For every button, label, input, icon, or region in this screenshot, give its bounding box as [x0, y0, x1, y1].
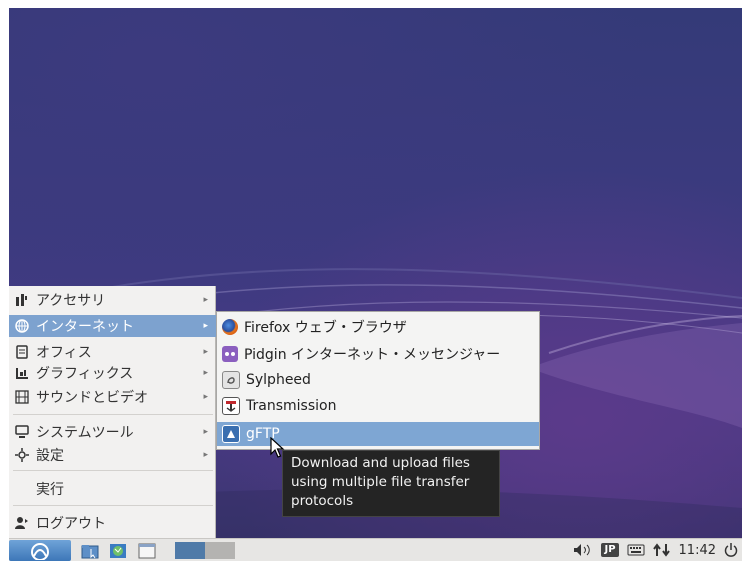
menu-item-office[interactable]: オフィス ▸	[9, 341, 216, 363]
menu-item-sound-video[interactable]: サウンドとビデオ ▸	[9, 386, 216, 408]
desktop-icon	[138, 543, 156, 558]
tooltip-line: protocols	[291, 493, 354, 509]
logout-icon	[15, 516, 29, 530]
menu-item-label: 設定	[36, 448, 64, 464]
lubuntu-logo-icon	[31, 542, 49, 560]
clock[interactable]: 11:42	[679, 543, 716, 558]
menu-separator	[13, 414, 213, 415]
menu-item-label: インターネット	[36, 319, 134, 335]
submenu-item-transmission[interactable]: Transmission	[217, 394, 539, 418]
gftp-icon	[222, 425, 240, 443]
submenu-item-label: Firefox ウェブ・ブラウザ	[244, 320, 407, 336]
screen: アクセサリ ▸ インターネット ▸ オフィス ▸ グラフィックス ▸ サウンドと…	[0, 0, 742, 561]
menu-item-label: サウンドとビデオ	[36, 390, 148, 406]
network-icon[interactable]	[652, 543, 671, 557]
tooltip-line: using multiple file transfer	[291, 474, 470, 490]
menu-item-system-tools[interactable]: システムツール ▸	[9, 421, 216, 443]
internet-submenu: Firefox ウェブ・ブラウザ Pidgin インターネット・メッセンジャー …	[216, 311, 540, 450]
accessories-icon	[15, 293, 29, 307]
gear-icon	[15, 448, 29, 462]
power-icon[interactable]	[724, 543, 738, 557]
chevron-right-icon: ▸	[203, 392, 208, 402]
transmission-icon	[222, 397, 240, 415]
film-icon	[15, 390, 29, 404]
file-manager-launcher[interactable]	[79, 540, 101, 561]
volume-icon[interactable]	[573, 543, 593, 557]
firefox-icon	[222, 319, 238, 335]
globe-icon	[110, 543, 126, 558]
mouse-pointer-icon	[270, 437, 285, 458]
start-menu-button[interactable]	[9, 540, 71, 561]
submenu-item-label: Sylpheed	[246, 372, 311, 388]
menu-item-label: アクセサリ	[36, 293, 106, 309]
menu-separator	[13, 470, 213, 471]
workspace-1[interactable]	[175, 542, 205, 559]
submenu-item-pidgin[interactable]: Pidgin インターネット・メッセンジャー	[217, 342, 539, 366]
keyboard-layout-indicator[interactable]: JP	[601, 543, 619, 557]
document-icon	[15, 345, 29, 359]
menu-item-graphics[interactable]: グラフィックス ▸	[9, 362, 216, 384]
menu-item-accessories[interactable]: アクセサリ ▸	[9, 289, 216, 311]
menu-item-label: システムツール	[36, 425, 134, 441]
chevron-right-icon: ▸	[203, 427, 208, 437]
system-tray: JP 11:42	[573, 539, 742, 561]
taskbar: JP 11:42	[9, 538, 742, 561]
pidgin-icon	[222, 346, 238, 362]
menu-item-label: グラフィックス	[36, 366, 134, 382]
chevron-right-icon: ▸	[203, 368, 208, 378]
graphics-icon	[15, 366, 29, 380]
sylpheed-icon	[222, 371, 240, 389]
submenu-item-sylpheed[interactable]: Sylpheed	[217, 368, 539, 392]
chevron-right-icon: ▸	[203, 347, 208, 357]
folder-icon	[81, 544, 99, 558]
monitor-icon	[15, 425, 29, 439]
menu-item-internet[interactable]: インターネット ▸	[9, 315, 216, 337]
menu-item-label: オフィス	[36, 345, 92, 361]
workspace-2[interactable]	[205, 542, 235, 559]
keyboard-icon[interactable]	[627, 543, 645, 557]
gftp-tooltip: Download and upload files using multiple…	[282, 450, 500, 517]
menu-item-logout[interactable]: ログアウト	[9, 512, 216, 534]
menu-item-label: 実行	[36, 482, 64, 498]
menu-item-label: ログアウト	[36, 516, 106, 532]
application-menu: アクセサリ ▸ インターネット ▸ オフィス ▸ グラフィックス ▸ サウンドと…	[9, 286, 216, 538]
menu-item-run[interactable]: 実行	[9, 478, 216, 500]
submenu-item-label: Pidgin インターネット・メッセンジャー	[244, 347, 501, 363]
submenu-item-gftp[interactable]: gFTP	[217, 422, 539, 446]
show-desktop-button[interactable]	[135, 540, 159, 561]
submenu-item-firefox[interactable]: Firefox ウェブ・ブラウザ	[217, 315, 539, 339]
globe-icon	[15, 319, 29, 333]
submenu-item-label: Transmission	[246, 398, 337, 414]
menu-item-settings[interactable]: 設定 ▸	[9, 444, 216, 466]
tooltip-line: Download and upload files	[291, 455, 470, 471]
browser-launcher[interactable]	[107, 540, 129, 561]
menu-separator	[13, 505, 213, 506]
chevron-right-icon: ▸	[203, 321, 208, 331]
chevron-right-icon: ▸	[203, 295, 208, 305]
chevron-right-icon: ▸	[203, 450, 208, 460]
